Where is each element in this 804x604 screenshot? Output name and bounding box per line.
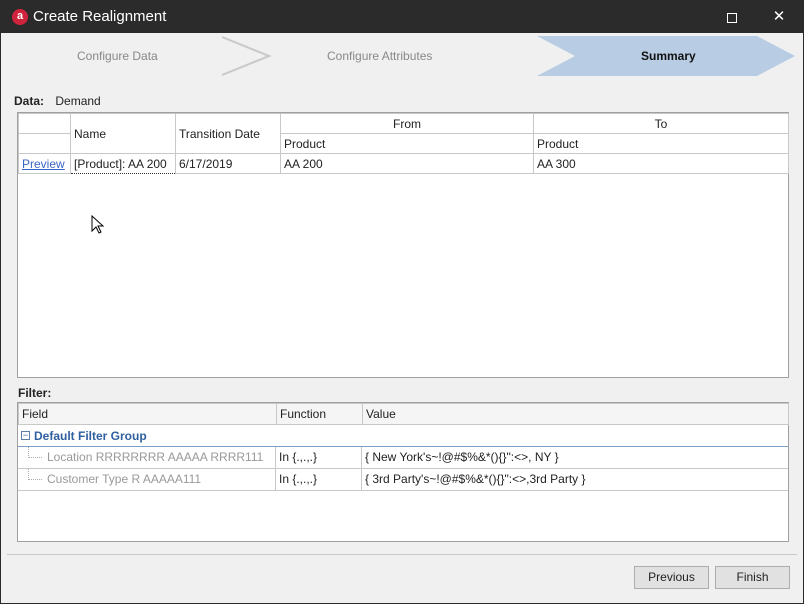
row-header-cell xyxy=(18,113,71,134)
data-source-row: Data: Demand xyxy=(14,94,101,108)
filter-grid: Field Function Value − Default Filter Gr… xyxy=(17,402,789,542)
create-realignment-window: a Create Realignment ✕ Configure Data Co… xyxy=(0,0,804,604)
row-header-cell xyxy=(18,133,71,154)
transition-date-cell[interactable]: 6/17/2019 xyxy=(175,153,281,174)
data-value: Demand xyxy=(55,94,101,108)
finish-button[interactable]: Finish xyxy=(715,566,790,589)
footer-divider xyxy=(7,554,797,555)
to-product-cell[interactable]: AA 300 xyxy=(533,153,789,174)
filter-table-header: Field Function Value xyxy=(18,403,789,425)
column-header-to-product[interactable]: Product xyxy=(533,133,789,154)
realignment-grid: Name Transition Date From To Product Pro… xyxy=(17,112,789,378)
filter-function-cell[interactable]: In {.,.,.} xyxy=(276,447,362,469)
filter-value-cell[interactable]: { 3rd Party's~!@#$%&*(){}":<>,3rd Party … xyxy=(362,469,788,491)
filter-field-text: Location RRRRRRRR AAAAA RRRR111 xyxy=(47,450,264,464)
close-icon: ✕ xyxy=(772,8,786,25)
filter-label: Filter: xyxy=(18,386,52,400)
name-cell[interactable]: [Product]: AA 200 xyxy=(70,153,176,174)
preview-link[interactable]: Preview xyxy=(22,157,65,171)
preview-cell: Preview xyxy=(18,153,71,174)
title-bar: a Create Realignment ✕ xyxy=(1,1,803,33)
step-configure-attributes[interactable]: Configure Attributes xyxy=(327,49,432,63)
filter-field-cell: Customer Type R AAAAA111 xyxy=(18,469,276,491)
column-header-to: To xyxy=(533,113,789,134)
step-summary[interactable]: Summary xyxy=(641,49,696,63)
step-configure-data[interactable]: Configure Data xyxy=(77,49,158,63)
filter-row[interactable]: Customer Type R AAAAA111 In {.,.,.} { 3r… xyxy=(18,469,788,491)
column-header-transition-date[interactable]: Transition Date xyxy=(175,113,281,154)
window-title: Create Realignment xyxy=(33,8,167,25)
tree-connector-icon xyxy=(28,447,42,458)
filter-function-cell[interactable]: In {.,.,.} xyxy=(276,469,362,491)
filter-field-text: Customer Type R AAAAA111 xyxy=(47,472,202,486)
mouse-cursor-icon xyxy=(91,215,105,234)
filter-value-cell[interactable]: { New York's~!@#$%&*(){}":<>, NY } xyxy=(362,447,788,469)
maximize-icon xyxy=(727,13,737,24)
filter-group-row[interactable]: − Default Filter Group xyxy=(18,425,788,447)
realignment-table: Name Transition Date From To Product Pro… xyxy=(18,113,789,174)
column-header-from: From xyxy=(280,113,534,134)
from-product-cell[interactable]: AA 200 xyxy=(280,153,534,174)
maximize-button[interactable] xyxy=(709,1,755,33)
filter-row[interactable]: Location RRRRRRRR AAAAA RRRR111 In {.,.,… xyxy=(18,447,788,469)
close-button[interactable]: ✕ xyxy=(756,1,802,33)
table-row[interactable]: Preview [Product]: AA 200 6/17/2019 AA 2… xyxy=(18,153,789,174)
filter-field-cell: Location RRRRRRRR AAAAA RRRR111 xyxy=(18,447,276,469)
column-header-name[interactable]: Name xyxy=(70,113,176,154)
column-header-from-product[interactable]: Product xyxy=(280,133,534,154)
step-chevron-icon xyxy=(221,36,272,76)
column-header-function[interactable]: Function xyxy=(276,403,363,425)
wizard-steps: Configure Data Configure Attributes Summ… xyxy=(7,35,797,77)
filter-group-label: Default Filter Group xyxy=(34,429,147,443)
tree-connector-icon xyxy=(28,469,42,480)
collapse-icon[interactable]: − xyxy=(21,431,30,440)
app-logo-icon: a xyxy=(12,9,28,25)
column-header-field[interactable]: Field xyxy=(18,403,277,425)
previous-button[interactable]: Previous xyxy=(634,566,709,589)
data-label: Data: xyxy=(14,94,45,108)
column-header-value[interactable]: Value xyxy=(362,403,789,425)
